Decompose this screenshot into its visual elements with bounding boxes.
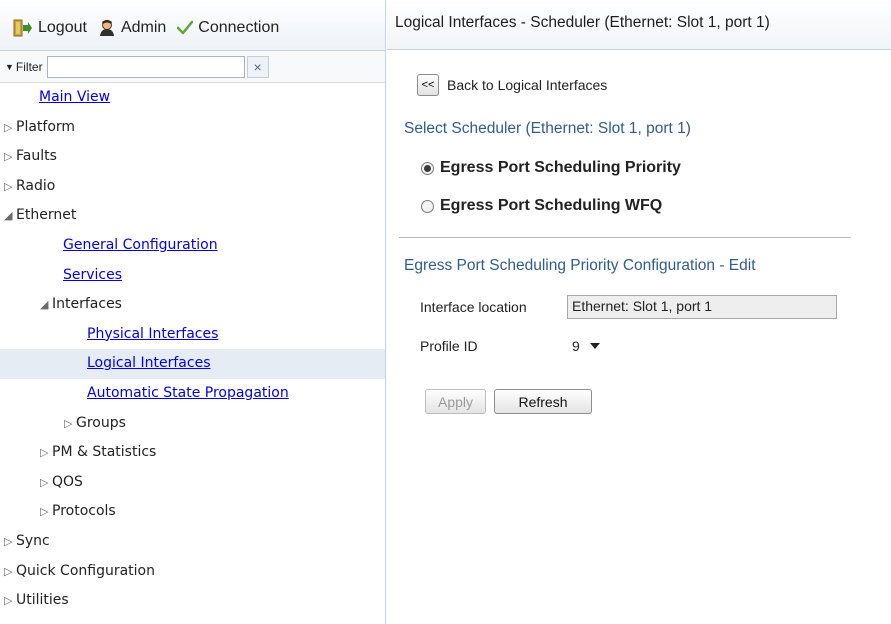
collapsed-arrow-icon[interactable]: ▷ [4, 142, 16, 172]
config-heading: Egress Port Scheduling Priority Configur… [404, 257, 756, 274]
collapsed-arrow-icon[interactable]: ▷ [40, 497, 52, 527]
section-divider [399, 237, 851, 238]
interface-location-field: Ethernet: Slot 1, port 1 [567, 295, 837, 319]
tree-item-label[interactable]: Physical Interfaces [87, 326, 218, 342]
navigation-panel: Logout Admin Connection ▼ Filter × Main … [0, 0, 386, 624]
tree-item-platform[interactable]: ▷ Platform [0, 113, 385, 143]
collapsed-arrow-icon[interactable]: ▷ [4, 113, 16, 143]
collapsed-arrow-icon[interactable]: ▷ [64, 409, 76, 439]
tree-item-groups[interactable]: ▷ Groups [0, 409, 385, 439]
profile-id-value: 9 [572, 338, 580, 354]
tree-item-interfaces[interactable]: ◢ Interfaces [0, 290, 385, 320]
collapsed-arrow-icon[interactable]: ▷ [4, 586, 16, 616]
filter-bar: ▼ Filter × [0, 51, 385, 83]
page-title: Logical Interfaces - Scheduler (Ethernet… [387, 0, 891, 50]
filter-dropdown-icon: ▼ [5, 61, 14, 72]
tree-item-label: Sync [16, 532, 50, 549]
tree-item-services[interactable]: Services [0, 261, 385, 291]
tree-item-general-configuration[interactable]: General Configuration [0, 231, 385, 261]
expanded-arrow-icon[interactable]: ◢ [40, 290, 52, 320]
tree-item-label: Groups [76, 414, 126, 431]
tree-item-label: Platform [16, 118, 76, 135]
main-content: Logical Interfaces - Scheduler (Ethernet… [387, 0, 891, 624]
tree-item-label: Protocols [52, 503, 116, 520]
collapsed-arrow-icon[interactable]: ▷ [40, 438, 52, 468]
connection-label: Connection [198, 19, 280, 36]
refresh-button[interactable]: Refresh [494, 389, 592, 414]
clear-filter-button[interactable]: × [246, 55, 269, 78]
filter-label[interactable]: ▼ Filter [5, 60, 43, 74]
filter-label-text: Filter [15, 59, 43, 74]
tree-item-pm-statistics[interactable]: ▷ PM & Statistics [0, 438, 385, 468]
tree-item-label[interactable]: Services [63, 267, 122, 283]
collapsed-arrow-icon[interactable]: ▷ [40, 468, 52, 498]
radio-egress-priority-label: Egress Port Scheduling Priority [440, 159, 681, 176]
top-toolbar: Logout Admin Connection [0, 0, 385, 51]
tree-item-utilities[interactable]: ▷ Utilities [0, 586, 385, 616]
tree-item-sync[interactable]: ▷ Sync [0, 527, 385, 557]
tree-item-label: Faults [16, 148, 57, 165]
user-icon [98, 19, 116, 37]
radio-selected-icon[interactable] [421, 161, 434, 175]
tree-item-qos[interactable]: ▷ QOS [0, 468, 385, 498]
tree-item-label: Quick Configuration [16, 562, 155, 579]
admin-button[interactable]: Admin [98, 19, 166, 37]
tree-item-faults[interactable]: ▷ Faults [0, 142, 385, 172]
tree-item-protocols[interactable]: ▷ Protocols [0, 497, 385, 527]
tree-item-label: QOS [52, 473, 83, 490]
tree-item-label: Radio [16, 177, 56, 194]
filter-input[interactable] [46, 55, 245, 78]
tree-item-label: Utilities [16, 592, 69, 609]
tree-item-label[interactable]: General Configuration [63, 237, 218, 253]
tree-item-radio[interactable]: ▷ Radio [0, 172, 385, 202]
radio-egress-priority[interactable]: Egress Port Scheduling Priority [421, 159, 681, 177]
navigation-tree: Main View ▷ Platform ▷ Faults ▷ Radio ◢ Ethernet… [0, 83, 385, 616]
collapsed-arrow-icon[interactable]: ▷ [4, 527, 16, 557]
chevron-down-icon [589, 343, 600, 349]
tree-item-label[interactable]: Main View [39, 89, 110, 105]
tree-item-label: Interfaces [52, 296, 122, 313]
radio-unselected-icon[interactable] [421, 199, 434, 213]
tree-item-main-view[interactable]: Main View [0, 83, 385, 113]
tree-item-physical-interfaces[interactable]: Physical Interfaces [0, 320, 385, 350]
select-scheduler-heading: Select Scheduler (Ethernet: Slot 1, port… [404, 120, 691, 137]
connection-button[interactable]: Connection [177, 19, 279, 37]
logout-label: Logout [38, 19, 87, 36]
tree-item-label: Ethernet [16, 207, 77, 224]
apply-button[interactable]: Apply [425, 389, 486, 414]
collapsed-arrow-icon[interactable]: ▷ [4, 172, 16, 202]
profile-id-select[interactable]: 9 [566, 334, 622, 358]
tree-item-automatic-state-propagation[interactable]: Automatic State Propagation [0, 379, 385, 409]
logout-icon [13, 19, 33, 37]
admin-label: Admin [120, 19, 167, 36]
tree-item-label[interactable]: Logical Interfaces [87, 355, 210, 371]
interface-location-label: Interface location [420, 299, 527, 315]
checkmark-icon [177, 20, 194, 36]
radio-egress-wfq-label: Egress Port Scheduling WFQ [440, 197, 663, 214]
logout-button[interactable]: Logout [13, 19, 87, 37]
tree-item-ethernet[interactable]: ◢ Ethernet [0, 201, 385, 231]
profile-id-label: Profile ID [420, 338, 478, 354]
tree-item-label: PM & Statistics [52, 444, 157, 461]
tree-item-quick-configuration[interactable]: ▷ Quick Configuration [0, 557, 385, 587]
back-button[interactable]: << [417, 74, 439, 96]
tree-item-label[interactable]: Automatic State Propagation [87, 385, 289, 401]
expanded-arrow-icon[interactable]: ◢ [4, 201, 16, 231]
collapsed-arrow-icon[interactable]: ▷ [4, 557, 16, 587]
radio-egress-wfq[interactable]: Egress Port Scheduling WFQ [421, 197, 662, 215]
back-navigation: << Back to Logical Interfaces [417, 74, 607, 96]
tree-item-logical-interfaces[interactable]: Logical Interfaces [0, 349, 385, 379]
back-label[interactable]: Back to Logical Interfaces [447, 77, 607, 93]
